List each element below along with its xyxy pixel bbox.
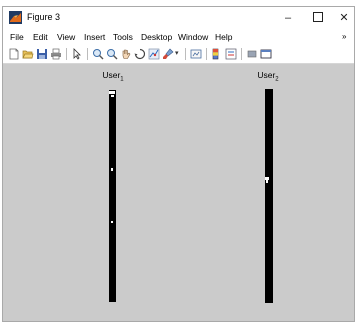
right-strip-speck bbox=[266, 180, 268, 183]
new-figure-icon[interactable] bbox=[8, 48, 20, 60]
close-button[interactable]: ✕ bbox=[329, 7, 354, 29]
edit-plot-arrow-icon[interactable] bbox=[71, 48, 83, 60]
menu-window[interactable]: Window bbox=[178, 32, 208, 42]
left-strip-speck bbox=[109, 91, 115, 94]
menu-file[interactable]: File bbox=[10, 32, 24, 42]
open-file-icon[interactable] bbox=[22, 48, 34, 60]
right-axes-title-subscript: 2 bbox=[275, 76, 279, 83]
figure-canvas[interactable]: User1 User2 bbox=[3, 64, 354, 321]
right-axes-title: User2 bbox=[246, 70, 290, 83]
data-cursor-icon[interactable] bbox=[148, 48, 160, 60]
matlab-logo-icon bbox=[9, 11, 22, 24]
maximize-icon bbox=[313, 12, 323, 23]
toolbar-separator bbox=[185, 48, 186, 60]
left-strip-speck bbox=[111, 95, 114, 97]
pan-hand-icon[interactable] bbox=[120, 48, 132, 60]
insert-legend-icon[interactable] bbox=[225, 48, 237, 60]
menu-bar: File Edit View Insert Tools Desktop Wind… bbox=[3, 29, 354, 46]
toolbar-separator bbox=[241, 48, 242, 60]
zoom-in-icon[interactable] bbox=[92, 48, 104, 60]
title-bar[interactable]: Figure 3 – ✕ bbox=[3, 7, 354, 29]
left-image-strip[interactable] bbox=[109, 90, 116, 302]
rotate-3d-icon[interactable] bbox=[134, 48, 146, 60]
left-axes-title: User1 bbox=[91, 70, 135, 83]
toolbar-separator bbox=[66, 48, 67, 60]
link-plot-icon[interactable] bbox=[190, 48, 202, 60]
left-strip-speck bbox=[111, 168, 113, 171]
menu-help[interactable]: Help bbox=[215, 32, 232, 42]
menu-overflow-chevron[interactable]: » bbox=[342, 32, 346, 41]
right-image-strip[interactable] bbox=[265, 89, 273, 303]
minimize-button[interactable]: – bbox=[273, 7, 303, 29]
menu-edit[interactable]: Edit bbox=[33, 32, 48, 42]
figure-window: Figure 3 – ✕ File Edit View Insert Tools… bbox=[2, 6, 355, 322]
figure-toolbar: ▾ bbox=[3, 46, 354, 64]
print-icon[interactable] bbox=[50, 48, 62, 60]
window-title: Figure 3 bbox=[27, 12, 61, 22]
menu-view[interactable]: View bbox=[57, 32, 75, 42]
insert-colorbar-icon[interactable] bbox=[211, 48, 223, 60]
brush-icon[interactable] bbox=[162, 48, 174, 60]
toolbar-separator bbox=[87, 48, 88, 60]
zoom-out-icon[interactable] bbox=[106, 48, 118, 60]
left-axes-title-subscript: 1 bbox=[120, 76, 124, 83]
menu-insert[interactable]: Insert bbox=[84, 32, 105, 42]
show-plot-tools-icon[interactable] bbox=[260, 48, 272, 60]
menu-desktop[interactable]: Desktop bbox=[141, 32, 172, 42]
left-axes-title-text: User bbox=[102, 70, 121, 80]
menu-tools[interactable]: Tools bbox=[113, 32, 133, 42]
hide-plot-tools-icon[interactable] bbox=[246, 48, 258, 60]
toolbar-separator bbox=[206, 48, 207, 60]
right-axes-title-text: User bbox=[257, 70, 276, 80]
left-strip-speck bbox=[111, 221, 113, 223]
save-icon[interactable] bbox=[36, 48, 48, 60]
